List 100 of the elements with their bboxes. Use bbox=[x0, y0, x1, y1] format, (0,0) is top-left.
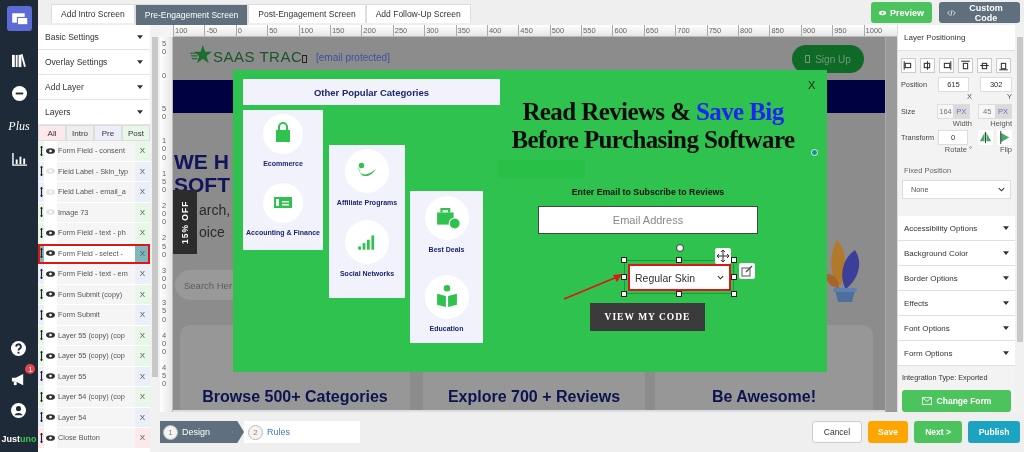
drag-handle-icon[interactable] bbox=[39, 186, 43, 197]
caret-icon bbox=[137, 110, 143, 114]
library-icon[interactable] bbox=[11, 53, 27, 68]
card-title: Be Awesome! bbox=[711, 388, 816, 406]
drag-handle-icon[interactable] bbox=[39, 371, 43, 382]
drag-handle-icon[interactable] bbox=[39, 289, 43, 300]
scrollbar-thumb[interactable] bbox=[152, 37, 158, 377]
drag-handle-icon[interactable] bbox=[39, 166, 43, 177]
visibility-icon[interactable] bbox=[46, 250, 55, 257]
cancel-button[interactable]: Cancel bbox=[812, 421, 862, 443]
drag-handle-icon[interactable] bbox=[39, 412, 43, 423]
layer-filter-tab[interactable]: Pre bbox=[94, 125, 122, 141]
delete-layer-button[interactable]: X bbox=[135, 387, 150, 407]
bar-chart-icon[interactable] bbox=[11, 152, 27, 167]
visibility-icon[interactable] bbox=[46, 393, 55, 400]
visibility-icon[interactable] bbox=[46, 311, 55, 318]
custom-code-button[interactable]: Custom Code bbox=[939, 2, 1020, 23]
box-icon bbox=[805, 55, 811, 63]
screen-tab[interactable]: Add Follow-Up Screen bbox=[365, 4, 471, 23]
chevron-icon bbox=[998, 187, 1005, 192]
visibility-icon[interactable] bbox=[46, 229, 55, 236]
align-icon[interactable] bbox=[977, 58, 992, 73]
pointer-arrow bbox=[563, 272, 623, 300]
flip-vertical-icon[interactable] bbox=[997, 130, 1012, 146]
drag-handle-icon[interactable] bbox=[39, 268, 43, 279]
caret-icon bbox=[1003, 276, 1009, 281]
caret-icon bbox=[137, 35, 143, 39]
star-logo-icon bbox=[190, 45, 212, 65]
anchor-dot[interactable] bbox=[811, 149, 818, 156]
user-icon[interactable] bbox=[11, 403, 27, 418]
email-field[interactable]: Email Address bbox=[538, 206, 758, 234]
promo-tab[interactable]: 15% OFF bbox=[173, 190, 197, 254]
subscribe-label: Enter Email to Subscribe to Reviews bbox=[570, 187, 726, 197]
drag-handle-icon[interactable] bbox=[39, 391, 43, 402]
drag-handle-icon[interactable] bbox=[39, 309, 43, 320]
help-icon[interactable] bbox=[11, 341, 27, 356]
align-icon[interactable] bbox=[920, 58, 935, 73]
caret-icon bbox=[1003, 326, 1009, 331]
move-icon[interactable] bbox=[715, 248, 731, 264]
options-section[interactable]: Form Options bbox=[898, 341, 1015, 367]
screen-tab[interactable]: Pre-Engagement Screen bbox=[134, 4, 249, 25]
scrollbar-thumb[interactable] bbox=[1016, 37, 1023, 342]
options-section[interactable]: Border Options bbox=[898, 266, 1015, 292]
screen-tab[interactable]: Add Intro Screen bbox=[51, 4, 135, 23]
caret-icon bbox=[1003, 251, 1009, 256]
drag-handle-icon[interactable] bbox=[39, 330, 43, 341]
delete-layer-button[interactable]: X bbox=[135, 428, 150, 448]
options-section[interactable]: Font Options bbox=[898, 316, 1015, 342]
skin-type-dropdown[interactable]: Regular Skin bbox=[628, 264, 731, 291]
site-brand: SAAS TRAC bbox=[213, 48, 303, 65]
delete-layer-button[interactable]: X bbox=[135, 223, 150, 243]
shopping-bag-icon bbox=[263, 114, 303, 154]
app-logo-icon[interactable] bbox=[6, 6, 32, 31]
site-search-field[interactable]: Search Her bbox=[175, 270, 233, 300]
screen-tab[interactable]: Post-Engagement Screen bbox=[248, 4, 366, 23]
delete-layer-button[interactable]: X bbox=[135, 264, 150, 284]
align-icon[interactable] bbox=[958, 58, 973, 73]
visibility-icon[interactable] bbox=[46, 434, 55, 441]
visibility-icon[interactable] bbox=[46, 291, 55, 298]
drag-handle-icon[interactable] bbox=[39, 248, 43, 259]
wizard-step[interactable]: 2 Rules bbox=[244, 421, 361, 443]
site-subheading: arch, bbox=[199, 201, 231, 220]
layer-filter-tab[interactable]: All bbox=[38, 125, 66, 141]
caret-icon bbox=[1003, 301, 1009, 306]
edit-icon[interactable] bbox=[739, 263, 755, 279]
options-section[interactable]: Effects bbox=[898, 291, 1015, 317]
close-button[interactable]: X bbox=[808, 79, 816, 91]
delete-layer-button[interactable]: X bbox=[135, 141, 150, 161]
visibility-icon[interactable] bbox=[46, 373, 55, 380]
align-icon[interactable] bbox=[996, 58, 1011, 73]
visibility-icon[interactable] bbox=[46, 147, 55, 154]
drag-handle-icon[interactable] bbox=[39, 227, 43, 238]
briefcase-clock-icon bbox=[424, 196, 469, 240]
delete-layer-button[interactable]: X bbox=[135, 305, 150, 325]
visibility-icon[interactable] bbox=[46, 414, 55, 421]
align-icon[interactable] bbox=[901, 58, 916, 73]
layer-filter-tab[interactable]: Intro bbox=[66, 125, 94, 141]
options-section[interactable]: Accessibility Options bbox=[898, 216, 1015, 242]
card-title: Browse 500+ Categories bbox=[202, 388, 388, 406]
rotate-handle[interactable] bbox=[676, 244, 684, 252]
drag-handle-icon[interactable] bbox=[39, 432, 43, 443]
drag-handle-icon[interactable] bbox=[39, 207, 43, 218]
plus-link[interactable]: Plus bbox=[8, 119, 30, 134]
caret-icon bbox=[137, 85, 143, 89]
brand-logo: Justuno bbox=[1, 434, 37, 444]
view-code-button[interactable]: VIEW MY CODE bbox=[590, 303, 705, 331]
card-title: Explore 700 + Reviews bbox=[447, 388, 621, 406]
flip-horizontal-icon[interactable] bbox=[978, 130, 993, 146]
delete-layer-button[interactable]: X bbox=[135, 346, 150, 366]
drag-handle-icon[interactable] bbox=[39, 350, 43, 361]
visibility-icon[interactable] bbox=[46, 352, 55, 359]
ruler-corner bbox=[160, 25, 173, 37]
delete-layer-button[interactable]: X bbox=[135, 182, 150, 202]
layer-filter-tab[interactable]: Post bbox=[122, 125, 150, 141]
visibility-icon[interactable] bbox=[46, 332, 55, 339]
align-icon[interactable] bbox=[939, 58, 954, 73]
visibility-icon[interactable] bbox=[46, 270, 55, 277]
wizard-step[interactable]: 1 Design bbox=[160, 421, 244, 443]
options-section[interactable]: Background Color bbox=[898, 241, 1015, 267]
drag-handle-icon[interactable] bbox=[39, 145, 43, 156]
